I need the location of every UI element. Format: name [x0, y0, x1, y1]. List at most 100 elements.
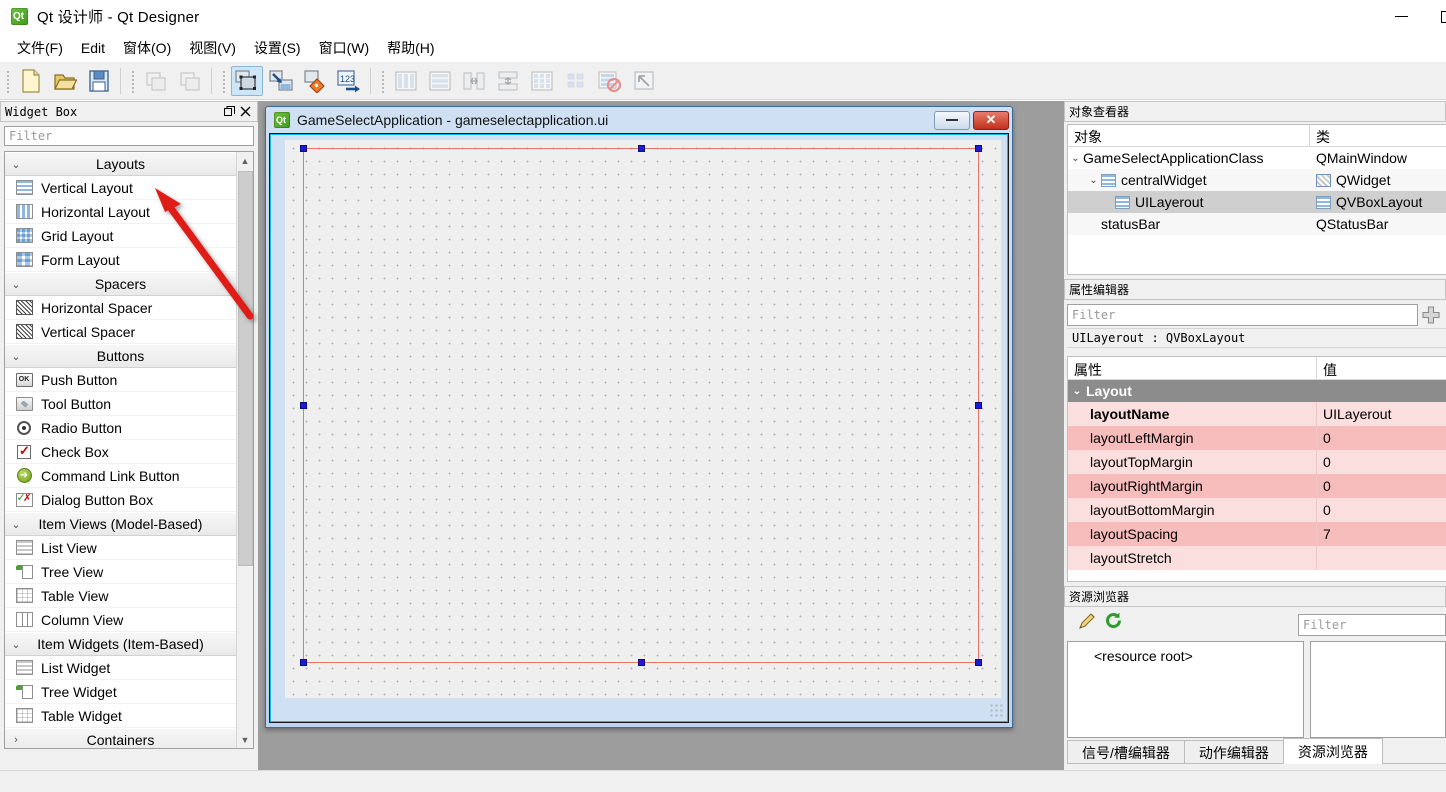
widget-box-scrollbar[interactable]: ▲ ▼ [236, 152, 253, 748]
property-value[interactable]: UILayerout [1323, 406, 1391, 422]
menu-window[interactable]: 窗口(W) [310, 37, 379, 59]
widget-item-horizontal-spacer[interactable]: Horizontal Spacer [5, 296, 236, 320]
scroll-down-icon[interactable]: ▼ [237, 731, 253, 748]
widget-item-command-link-button[interactable]: ➜ Command Link Button [5, 464, 236, 488]
menu-settings[interactable]: 设置(S) [245, 37, 310, 59]
property-value[interactable]: 0 [1323, 454, 1331, 470]
layout-horizontally-button[interactable] [390, 66, 422, 96]
new-form-button[interactable] [15, 66, 47, 96]
property-row-layoutrightmargin[interactable]: layoutRightMargin 0 [1068, 474, 1446, 498]
widget-item-push-button[interactable]: OK Push Button [5, 368, 236, 392]
tab-signal-slot-editor[interactable]: 信号/槽编辑器 [1067, 740, 1185, 764]
central-widget-surface[interactable] [285, 140, 1001, 698]
widget-box-filter-input[interactable]: Filter [4, 126, 254, 146]
widget-box-section-spacers[interactable]: ⌄ Spacers [5, 272, 236, 296]
layout-vertically-button[interactable] [424, 66, 456, 96]
scrollbar-thumb[interactable] [238, 171, 253, 566]
object-row-uilayerout[interactable]: UILayerout QVBoxLayout [1068, 191, 1446, 213]
property-row-layoutspacing[interactable]: layoutSpacing 7 [1068, 522, 1446, 546]
widget-item-list-view[interactable]: List View [5, 536, 236, 560]
column-header-property[interactable]: 属性 [1068, 357, 1317, 379]
resize-handle-bottom-left[interactable] [300, 659, 307, 666]
column-header-object[interactable]: 对象 [1068, 125, 1310, 146]
toolbar-grip-4[interactable] [379, 68, 387, 93]
chevron-down-icon[interactable]: ⌄ [1086, 175, 1101, 186]
layout-grid-button[interactable] [526, 66, 558, 96]
menu-file[interactable]: 文件(F) [8, 37, 72, 59]
widget-box-section-layouts[interactable]: ⌄ Layouts [5, 152, 236, 176]
column-header-class[interactable]: 类 [1310, 125, 1446, 146]
reload-resources-button[interactable] [1100, 609, 1126, 631]
property-row-layoutname[interactable]: layoutName UILayerout [1068, 402, 1446, 426]
edit-tab-order-button[interactable]: 123 [333, 66, 365, 96]
object-row-centralwidget[interactable]: ⌄ centralWidget QWidget [1068, 169, 1446, 191]
property-filter-input[interactable]: Filter [1067, 304, 1418, 326]
widget-item-table-widget[interactable]: Table Widget [5, 704, 236, 728]
widget-box-section-item-views[interactable]: ⌄ Item Views (Model-Based) [5, 512, 236, 536]
break-layout-button[interactable] [594, 66, 626, 96]
form-close-button[interactable]: ✕ [973, 110, 1009, 130]
scroll-up-icon[interactable]: ▲ [237, 152, 253, 169]
resource-tree[interactable]: <resource root> [1067, 641, 1304, 738]
property-value[interactable]: 7 [1323, 526, 1331, 542]
widget-item-table-view[interactable]: Table View [5, 584, 236, 608]
widget-item-list-widget[interactable]: List Widget [5, 656, 236, 680]
edit-widgets-button[interactable] [231, 65, 263, 96]
open-form-button[interactable] [49, 66, 81, 96]
widget-item-vertical-layout[interactable]: Vertical Layout [5, 176, 236, 200]
property-row-layoutleftmargin[interactable]: layoutLeftMargin 0 [1068, 426, 1446, 450]
toolbar-grip[interactable] [4, 68, 12, 93]
tab-resource-browser[interactable]: 资源浏览器 [1282, 738, 1383, 764]
resource-file-list[interactable] [1310, 641, 1446, 738]
menu-view[interactable]: 视图(V) [180, 37, 245, 59]
object-row-statusbar[interactable]: statusBar QStatusBar [1068, 213, 1446, 235]
property-row-layoutstretch[interactable]: layoutStretch [1068, 546, 1446, 570]
resource-filter-input[interactable]: Filter [1298, 614, 1446, 636]
window-minimize-button[interactable] [1378, 0, 1424, 33]
layout-form-button[interactable] [560, 66, 592, 96]
resize-handle-middle-left[interactable] [300, 402, 307, 409]
tab-action-editor[interactable]: 动作编辑器 [1183, 740, 1284, 764]
widget-box-close-button[interactable] [237, 104, 253, 120]
property-value[interactable]: 0 [1323, 502, 1331, 518]
undo-button[interactable] [140, 66, 172, 96]
property-value[interactable]: 0 [1323, 478, 1331, 494]
resize-handle-bottom-right[interactable] [975, 659, 982, 666]
save-form-button[interactable] [83, 66, 115, 96]
toolbar-grip-3[interactable] [220, 68, 228, 93]
widget-item-column-view[interactable]: Column View [5, 608, 236, 632]
window-maximize-button[interactable] [1424, 0, 1446, 33]
edit-buddies-button[interactable] [299, 66, 331, 96]
widget-item-form-layout[interactable]: Form Layout [5, 248, 236, 272]
widget-item-radio-button[interactable]: Radio Button [5, 416, 236, 440]
form-minimize-button[interactable] [934, 110, 970, 130]
widget-item-vertical-spacer[interactable]: Vertical Spacer [5, 320, 236, 344]
resize-handle-top-center[interactable] [637, 145, 645, 152]
resize-handle-middle-right[interactable] [975, 402, 982, 409]
chevron-down-icon[interactable]: ⌄ [1068, 153, 1083, 164]
object-row-gameselectapplicationclass[interactable]: ⌄ GameSelectApplicationClass QMainWindow [1068, 147, 1446, 169]
edit-resources-button[interactable] [1074, 609, 1100, 631]
adjust-size-button[interactable] [628, 66, 660, 96]
widget-item-tree-view[interactable]: Tree View [5, 560, 236, 584]
widget-box-section-buttons[interactable]: ⌄ Buttons [5, 344, 236, 368]
column-header-value[interactable]: 值 [1317, 357, 1446, 379]
resize-handle-bottom-center[interactable] [637, 659, 645, 666]
form-resize-grip[interactable] [989, 703, 1003, 717]
redo-button[interactable] [174, 66, 206, 96]
menu-help[interactable]: 帮助(H) [378, 37, 443, 59]
property-value[interactable]: 0 [1323, 430, 1331, 446]
widget-item-dialog-button-box[interactable]: Dialog Button Box [5, 488, 236, 512]
edit-signals-slots-button[interactable] [265, 66, 297, 96]
widget-box-float-button[interactable] [221, 104, 237, 120]
property-row-layoutbottommargin[interactable]: layoutBottomMargin 0 [1068, 498, 1446, 522]
widget-item-horizontal-layout[interactable]: Horizontal Layout [5, 200, 236, 224]
resize-handle-top-left[interactable] [300, 145, 307, 152]
menu-edit[interactable]: Edit [72, 37, 114, 59]
widget-item-tool-button[interactable]: Tool Button [5, 392, 236, 416]
menu-form[interactable]: 窗体(O) [114, 37, 180, 59]
property-row-layouttopmargin[interactable]: layoutTopMargin 0 [1068, 450, 1446, 474]
layout-splitter-horizontal-button[interactable] [458, 66, 490, 96]
toolbar-grip-2[interactable] [129, 68, 137, 93]
widget-box-section-containers[interactable]: › Containers [5, 728, 236, 748]
